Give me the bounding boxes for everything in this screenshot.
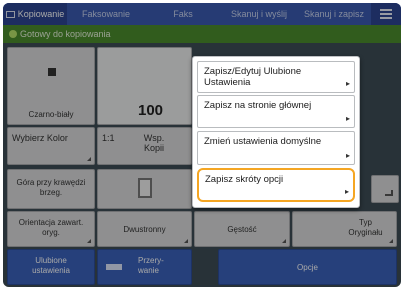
menu-item-label: Zapisz/Edytuj Ulubione Ustawienia <box>204 66 302 88</box>
corner-arrow-icon: ▸ <box>345 114 350 123</box>
copies-display: 100 <box>97 47 192 125</box>
bw-icon <box>48 68 56 76</box>
color-mode-label: Czarno-biały <box>28 110 74 119</box>
status-text: Gotowy do kopiowania <box>20 29 111 39</box>
interrupt-label: Przery-wanie <box>138 256 164 275</box>
tab-scan-store[interactable]: Skanuj i zapisz <box>297 3 371 25</box>
select-color-label: Wybierz Kolor <box>12 133 68 143</box>
menu-item-save-home[interactable]: Zapisz na stronie głównej ▸ <box>197 95 355 128</box>
edge-button[interactable]: Góra przy krawędzi brzeg. <box>7 169 95 209</box>
corner-arrow-icon: ▸ <box>345 151 350 160</box>
printer-icon <box>5 11 15 18</box>
duplex-button[interactable]: Dwustronny <box>97 211 192 247</box>
edge-label: Góra przy krawędzi brzeg. <box>16 178 86 197</box>
side-corner-button[interactable] <box>371 175 399 203</box>
corner-arrow-icon: ▸ <box>344 187 349 196</box>
color-mode-tile[interactable]: Czarno-biały <box>7 47 95 125</box>
menu-item-label: Zmień ustawienia domyślne <box>204 136 322 147</box>
duplex-label: Dwustronny <box>123 225 166 234</box>
top-tab-bar: Kopiowanie Faksowanie Faks Skanuj i wyśl… <box>3 3 401 25</box>
status-indicator-icon <box>9 30 17 38</box>
orientation-label: Orientacja zawart. oryg. <box>18 218 84 237</box>
menu-item-label: Zapisz na stronie głównej <box>204 100 312 111</box>
interrupt-button[interactable]: Przery-wanie <box>97 249 192 285</box>
orientation-button[interactable]: Orientacja zawart. oryg. <box>7 211 95 247</box>
favorites-label: Ulubione ustawienia <box>32 256 70 275</box>
tab-fax-copy[interactable]: Faksowanie <box>67 3 145 25</box>
tab-copy-label: Kopiowanie <box>17 9 65 19</box>
options-button[interactable]: Opcje <box>218 249 397 285</box>
tab-scan-send[interactable]: Skanuj i wyślij <box>221 3 297 25</box>
density-label: Gęstość <box>227 225 257 234</box>
density-button[interactable]: Gęstość <box>194 211 290 247</box>
device-frame: Kopiowanie Faksowanie Faks Skanuj i wyśl… <box>0 0 404 307</box>
layout-button[interactable] <box>97 169 192 209</box>
document-icon <box>138 178 152 198</box>
ratio-value: 1:1 <box>102 133 115 143</box>
select-color-button[interactable]: Wybierz Kolor <box>7 127 95 165</box>
copy-screen: Kopiowanie Faksowanie Faks Skanuj i wyśl… <box>3 3 401 287</box>
tab-copy[interactable]: Kopiowanie <box>3 3 67 25</box>
menu-item-save-shortcuts[interactable]: Zapisz skróty opcji ▸ <box>197 168 355 202</box>
menu-item-label: Zapisz skróty opcji <box>205 174 284 185</box>
corner-arrow-icon: ▸ <box>345 79 350 88</box>
interrupt-icon <box>106 264 122 270</box>
original-type-button[interactable]: Typ Oryginału <box>292 211 397 247</box>
favorites-button[interactable]: Ulubione ustawienia <box>7 249 95 285</box>
copies-count: 100 <box>138 102 164 119</box>
tab-fax[interactable]: Faks <box>145 3 221 25</box>
ratio-label: Wsp. Kopii <box>143 133 165 153</box>
options-label: Opcje <box>297 263 318 272</box>
options-popup-menu: Zapisz/Edytuj Ulubione Ustawienia ▸ Zapi… <box>192 56 360 208</box>
status-bar: Gotowy do kopiowania <box>3 25 401 43</box>
original-type-label: Typ Oryginału <box>348 218 383 237</box>
menu-item-save-favorites[interactable]: Zapisz/Edytuj Ulubione Ustawienia ▸ <box>197 61 355 93</box>
menu-item-change-defaults[interactable]: Zmień ustawienia domyślne ▸ <box>197 131 355 165</box>
hamburger-icon[interactable] <box>371 3 401 25</box>
copy-ratio-button[interactable]: 1:1 Wsp. Kopii <box>97 127 192 165</box>
